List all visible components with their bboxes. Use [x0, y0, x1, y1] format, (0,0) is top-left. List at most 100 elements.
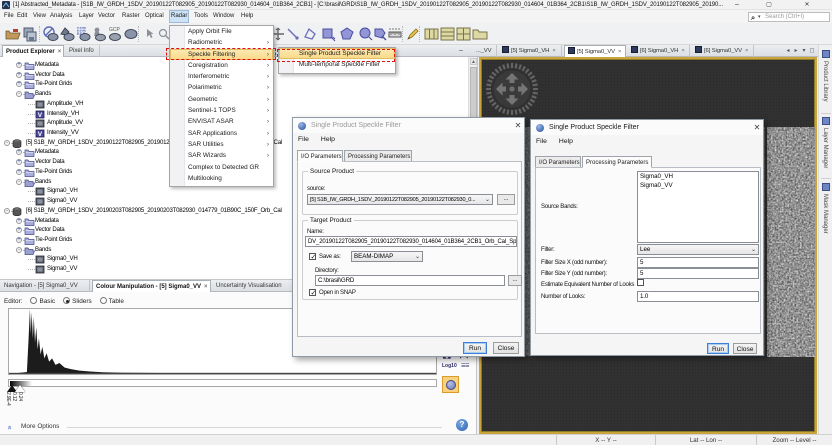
help-button[interactable]: ? — [456, 419, 468, 431]
save-as-checkbox[interactable] — [309, 253, 316, 260]
expand-icon[interactable]: + — [16, 149, 22, 155]
search-box[interactable]: ⌕ ▾ Search (Ctrl+I) — [748, 12, 830, 22]
menu-item-complex-to-detected-gr[interactable]: Complex to Detected GR — [170, 162, 273, 173]
layout-columns-icon[interactable] — [424, 26, 440, 42]
source-bands-list[interactable]: Sigma0_VHSigma0_VV — [637, 171, 759, 243]
more-options-row[interactable]: » More Options — [5, 422, 471, 434]
collapse-icon[interactable]: - — [4, 140, 10, 146]
menubar-item-edit[interactable]: Edit — [15, 10, 29, 23]
layout-rows-icon[interactable] — [440, 26, 456, 42]
scroll-tabs-right-icon[interactable]: ▸ — [792, 46, 800, 56]
menu-item-speckle-filtering[interactable]: Speckle Filtering› — [170, 49, 273, 60]
format-combo[interactable]: BEAM-DIMAP⌄ — [351, 251, 423, 262]
rectangle-tool-icon[interactable] — [320, 26, 336, 42]
filter-combo[interactable]: Lee⌄ — [637, 244, 759, 255]
source-browse-button[interactable]: ... — [497, 194, 515, 205]
scroll-up-icon[interactable]: ▲ — [470, 58, 477, 65]
collapse-icon[interactable]: - — [16, 247, 22, 253]
maximize-view-icon[interactable]: ◻ — [808, 46, 816, 56]
directory-field[interactable]: C:\brasil\GRD — [315, 275, 505, 286]
circle-tool-icon[interactable] — [357, 26, 373, 42]
band-item-sigma0_vh[interactable]: Sigma0_VH — [640, 173, 756, 182]
slider-handle-max[interactable] — [15, 385, 25, 392]
expand-icon[interactable]: + — [16, 227, 22, 233]
menubar-item-window[interactable]: Window — [211, 10, 236, 23]
collapse-icon[interactable]: - — [16, 91, 22, 97]
panel-tab-uncertainty-visualisation[interactable]: Uncertainty Visualisation — [213, 280, 293, 292]
ellipse-tool-icon[interactable] — [123, 26, 139, 42]
dialog-title-bar[interactable]: Single Product Speckle Filter ✕ — [293, 118, 524, 133]
radio-table[interactable] — [100, 297, 107, 304]
target-name-field[interactable]: DV_20190122T082905_20190122T082930_01460… — [305, 236, 517, 247]
layout-grid-icon[interactable] — [456, 26, 472, 42]
expand-icon[interactable]: + — [16, 81, 22, 87]
close-icon[interactable]: × — [745, 48, 748, 54]
menubar-item-analysis[interactable]: Analysis — [48, 10, 74, 23]
close-icon[interactable]: × — [681, 48, 684, 54]
view-tab--5-sigma0-vv[interactable]: [5] Sigma0_VV× — [564, 45, 626, 57]
menu-item-geometric[interactable]: Geometric› — [170, 94, 273, 105]
minimize-panel-icon[interactable]: – — [456, 47, 466, 55]
run-button[interactable]: Run — [707, 343, 729, 354]
dialog-menu-help[interactable]: Help — [554, 135, 578, 148]
radio-sliders[interactable] — [63, 297, 70, 304]
open-in-snap-checkbox[interactable] — [309, 289, 316, 296]
menubar-item-file[interactable]: File — [2, 10, 16, 23]
layout-folder-icon[interactable] — [472, 26, 488, 42]
scroll-tabs-left-icon[interactable]: ◂ — [784, 46, 792, 56]
menu-item-single-product-speckle-filter[interactable]: Single Product Speckle Filter — [279, 48, 395, 59]
menubar-item-vector[interactable]: Vector — [96, 10, 117, 23]
dialog-menu-file[interactable]: File — [531, 135, 552, 148]
panel-tab-navigation-5-sigma0-vv[interactable]: Navigation - [5] Sigma0_VV — [1, 280, 90, 292]
menu-item-multilooking[interactable]: Multilooking — [170, 173, 273, 184]
tab-pixel-info[interactable]: Pixel Info — [66, 45, 100, 57]
expand-icon[interactable]: + — [16, 218, 22, 224]
source-product-combo[interactable]: [5] S1B_IW_GRDH_1SDV_20190122T082905_201… — [307, 194, 493, 205]
log10-icon[interactable]: Log10 — [442, 363, 457, 369]
ruler-tool-icon[interactable] — [387, 26, 403, 42]
collapse-icon[interactable]: - — [4, 208, 10, 214]
close-dialog-button[interactable]: Close — [493, 342, 519, 354]
maximize-button[interactable]: ▢ — [763, 0, 775, 10]
menubar-item-help[interactable]: Help — [239, 10, 255, 23]
menubar-item-optical[interactable]: Optical — [143, 10, 166, 23]
dialog-close-icon[interactable]: ✕ — [511, 118, 525, 133]
line-tool-icon[interactable] — [285, 26, 301, 42]
radio-basic[interactable] — [30, 297, 37, 304]
band-item-sigma0_vv[interactable]: Sigma0_VV — [640, 182, 756, 191]
tab-io-parameters[interactable]: I/O Parameters — [297, 150, 343, 162]
panel-tab-colour-manipulation-5-sigma0-v[interactable]: Colour Manipulation - [5] Sigma0_VV× — [92, 280, 211, 292]
dock-tab-layer-manager[interactable]: Layer Manager — [819, 117, 832, 175]
distribute-sliders-icon[interactable]: ☰☰ — [461, 363, 469, 369]
dialog-close-icon[interactable]: ✕ — [750, 120, 764, 135]
save-product-icon[interactable] — [22, 26, 38, 42]
palette-chooser-button[interactable] — [442, 376, 459, 393]
menu-item-multi-temporal-speckle-filter[interactable]: Multi-temporal Speckle Filter — [279, 59, 395, 70]
expand-icon[interactable]: + — [16, 237, 22, 243]
expand-icon[interactable]: + — [16, 169, 22, 175]
estimate-enl-checkbox[interactable] — [637, 279, 644, 286]
menu-item-radiometric[interactable]: Radiometric› — [170, 37, 273, 48]
polygon-tool-icon[interactable] — [302, 26, 318, 42]
dialog-title-bar[interactable]: Single Product Speckle Filter ✕ — [531, 120, 763, 135]
view-tab--vv[interactable]: ..._VV — [473, 45, 497, 57]
directory-browse-button[interactable]: ... — [508, 275, 522, 286]
param-field[interactable]: 1.0 — [637, 291, 759, 302]
navigation-compass-icon[interactable] — [484, 61, 540, 117]
dialog-menu-file[interactable]: File — [293, 133, 314, 146]
menu-item-interferometric[interactable]: Interferometric› — [170, 71, 273, 82]
grid-globe-icon[interactable] — [75, 26, 91, 42]
dock-tab-product-library[interactable]: Product Library — [819, 50, 832, 110]
close-button[interactable]: ✕ — [801, 0, 813, 10]
view-tab--6-sigma0-vh[interactable]: [6] Sigma0_VH× — [628, 45, 690, 57]
gcp-globe-icon[interactable]: GCP — [107, 26, 123, 42]
dialog-menu-help[interactable]: Help — [316, 133, 340, 146]
subset-globe-icon[interactable] — [59, 26, 75, 42]
close-icon[interactable]: × — [618, 49, 621, 55]
menubar-item-tools[interactable]: Tools — [192, 10, 210, 23]
tab-processing-parameters[interactable]: Processing Parameters — [582, 156, 652, 168]
minimize-button[interactable]: – — [731, 0, 743, 10]
menu-item-envisat-asar[interactable]: ENVISAT ASAR› — [170, 116, 273, 127]
menu-item-sar-applications[interactable]: SAR Applications› — [170, 128, 273, 139]
colour-slider-track[interactable] — [8, 379, 437, 387]
